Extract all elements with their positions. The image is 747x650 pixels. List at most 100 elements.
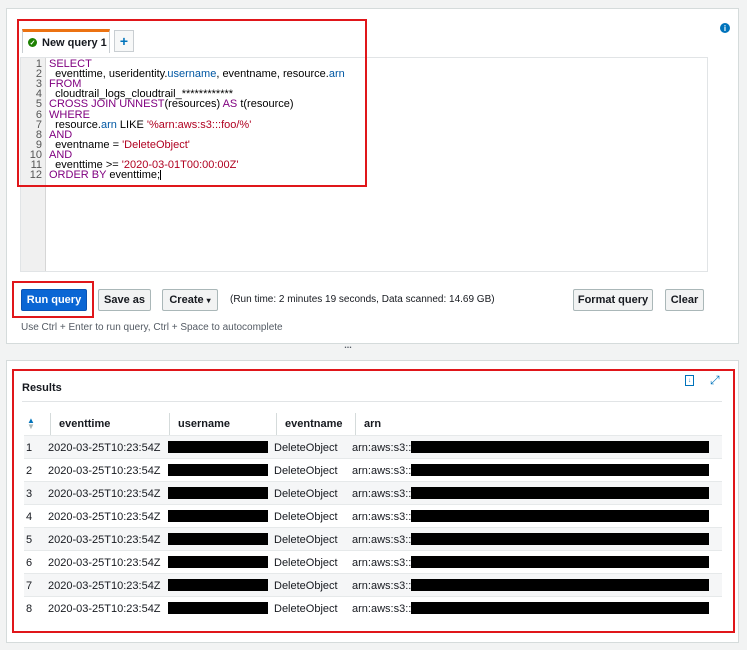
table-row[interactable]: 2 2020-03-25T10:23:54Z DeleteObject arn:aws… xyxy=(24,458,722,481)
cell-eventname: DeleteObject xyxy=(274,487,338,500)
column-header-username[interactable]: username xyxy=(169,413,230,435)
cell-eventname: DeleteObject xyxy=(274,602,338,615)
code-token: t(resource) xyxy=(237,98,294,111)
cell-arn: arn:aws:s3::: xyxy=(352,487,415,500)
redacted-arn xyxy=(411,510,709,522)
redacted-username xyxy=(168,556,268,568)
code-token: arn xyxy=(328,68,345,81)
cell-eventtime: 2020-03-25T10:23:54Z xyxy=(48,579,161,592)
redacted-arn xyxy=(411,533,709,545)
row-number: 1 xyxy=(26,441,33,454)
code-token: arn xyxy=(100,118,117,131)
redacted-arn xyxy=(411,441,709,453)
add-tab-button[interactable]: + xyxy=(114,30,134,52)
redacted-username xyxy=(168,464,268,476)
code-token: username xyxy=(167,68,217,81)
code-token: 'DeleteObject' xyxy=(122,138,190,151)
cell-eventname: DeleteObject xyxy=(274,533,338,546)
table-row[interactable]: 1 2020-03-25T10:23:54Z DeleteObject arn:aws… xyxy=(24,435,722,458)
info-icon[interactable]: i xyxy=(720,23,730,33)
redacted-username xyxy=(168,533,268,545)
table-row[interactable]: 8 2020-03-25T10:23:54Z DeleteObject arn:aws… xyxy=(24,596,722,619)
table-row[interactable]: 7 2020-03-25T10:23:54Z DeleteObject arn:aws… xyxy=(24,573,722,596)
row-number: 5 xyxy=(26,533,33,546)
clear-button[interactable]: Clear xyxy=(665,289,704,311)
code-line: ORDER BY eventtime; xyxy=(49,169,162,182)
redacted-arn xyxy=(411,602,709,614)
column-header-eventtime[interactable]: eventtime xyxy=(50,413,110,435)
cell-arn: arn:aws:s3::: xyxy=(352,510,415,523)
resize-splitter[interactable]: ... xyxy=(341,341,355,350)
redacted-username xyxy=(168,579,268,591)
cell-arn: arn:aws:s3::: xyxy=(352,464,415,477)
cell-eventname: DeleteObject xyxy=(274,441,338,454)
cell-eventtime: 2020-03-25T10:23:54Z xyxy=(48,441,161,454)
row-number: 2 xyxy=(26,464,33,477)
code-token: AS xyxy=(222,98,238,111)
table-row[interactable]: 6 2020-03-25T10:23:54Z DeleteObject arn:aws… xyxy=(24,550,722,573)
redacted-arn xyxy=(411,464,709,476)
cell-eventname: DeleteObject xyxy=(274,464,338,477)
sort-icon[interactable]: ▲ ▼ xyxy=(24,413,38,435)
cell-eventtime: 2020-03-25T10:23:54Z xyxy=(48,533,161,546)
code-token: , eventname, resource. xyxy=(216,68,329,81)
code-token: ORDER BY xyxy=(49,169,107,182)
run-info-text: (Run time: 2 minutes 19 seconds, Data sc… xyxy=(230,294,495,305)
cell-eventtime: 2020-03-25T10:23:54Z xyxy=(48,464,161,477)
code-token: '%arn:aws:s3:::foo/%' xyxy=(146,118,252,131)
redacted-arn xyxy=(411,579,709,591)
code-line: eventtime, useridentity.username, eventn… xyxy=(49,68,345,81)
table-row[interactable]: 4 2020-03-25T10:23:54Z DeleteObject arn:aws… xyxy=(24,504,722,527)
cell-arn: arn:aws:s3::: xyxy=(352,533,415,546)
redacted-username xyxy=(168,510,268,522)
results-table-header: ▲ ▼ eventtime username eventname arn xyxy=(24,413,722,435)
cell-eventname: DeleteObject xyxy=(274,579,338,592)
line-number-gutter: 1 2 3 4 5 6 7 8 9 10 11 12 xyxy=(21,58,46,271)
row-number: 4 xyxy=(26,510,33,523)
text-cursor xyxy=(160,170,162,181)
table-row[interactable]: 3 2020-03-25T10:23:54Z DeleteObject arn:aws… xyxy=(24,481,722,504)
table-row[interactable]: 5 2020-03-25T10:23:54Z DeleteObject arn:aws… xyxy=(24,527,722,550)
redacted-arn xyxy=(411,487,709,499)
format-query-button[interactable]: Format query xyxy=(573,289,653,311)
cell-eventname: DeleteObject xyxy=(274,510,338,523)
save-as-button[interactable]: Save as xyxy=(98,289,151,311)
row-number: 6 xyxy=(26,556,33,569)
results-divider xyxy=(22,401,722,402)
cell-eventname: DeleteObject xyxy=(274,556,338,569)
tab-label: New query 1 xyxy=(42,36,107,49)
row-number: 8 xyxy=(26,602,33,615)
row-number: 3 xyxy=(26,487,33,500)
redacted-username xyxy=(168,441,268,453)
shortcut-hint: Use Ctrl + Enter to run query, Ctrl + Sp… xyxy=(21,322,283,333)
cell-arn: arn:aws:s3::: xyxy=(352,579,415,592)
success-check-icon: ✓ xyxy=(28,38,37,47)
redacted-username xyxy=(168,487,268,499)
cell-arn: arn:aws:s3::: xyxy=(352,602,415,615)
column-header-eventname[interactable]: eventname xyxy=(276,413,342,435)
cell-arn: arn:aws:s3::: xyxy=(352,441,415,454)
expand-icon[interactable]: ⤢ xyxy=(710,374,720,386)
line-number: 12 xyxy=(29,169,42,182)
chevron-down-icon: ▾ xyxy=(206,295,211,305)
cell-eventtime: 2020-03-25T10:23:54Z xyxy=(48,510,161,523)
code-token: LIKE xyxy=(116,118,147,131)
tab-new-query-1[interactable]: ✓ New query 1 xyxy=(22,29,110,53)
cell-eventtime: 2020-03-25T10:23:54Z xyxy=(48,487,161,500)
create-dropdown-button[interactable]: Create ▾ xyxy=(162,289,218,311)
cell-arn: arn:aws:s3::: xyxy=(352,556,415,569)
line-number: 5 xyxy=(35,98,42,111)
redacted-username xyxy=(168,602,268,614)
cell-eventtime: 2020-03-25T10:23:54Z xyxy=(48,602,161,615)
cell-eventtime: 2020-03-25T10:23:54Z xyxy=(48,556,161,569)
row-number: 7 xyxy=(26,579,33,592)
sql-editor[interactable]: 1 2 3 4 5 6 7 8 9 10 11 12 SELECT eventtime, userid… xyxy=(20,57,708,272)
code-token: eventtime; xyxy=(106,169,161,182)
results-title: Results xyxy=(22,382,62,394)
code-line: resource.arn LIKE '%arn:aws:s3:::foo/%' xyxy=(49,118,252,131)
redacted-arn xyxy=(411,556,709,568)
column-header-arn[interactable]: arn xyxy=(355,413,381,435)
run-query-button[interactable]: Run query xyxy=(21,289,87,311)
code-token: (resources) xyxy=(164,98,223,111)
download-csv-icon[interactable]: ↓ xyxy=(685,375,694,386)
